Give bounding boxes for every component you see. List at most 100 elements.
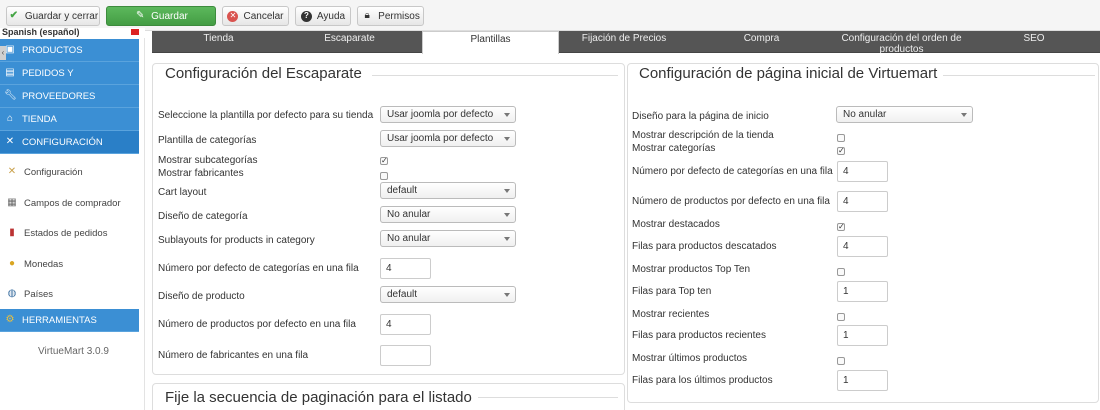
sidebar-item-currencies[interactable]: ● Monedas (0, 249, 139, 279)
chevron-down-icon (504, 113, 510, 117)
show-categories-label: Mostrar categorías (632, 143, 716, 154)
latest-rows-input[interactable]: 1 (837, 370, 888, 391)
categories-per-row-label: Número por defecto de categorías en una … (158, 263, 359, 274)
storefront-config-title: Configuración del Escaparate (159, 65, 368, 82)
checkmark-icon: ✔ (9, 10, 18, 21)
sublayouts-select[interactable]: No anular (380, 230, 516, 247)
tab-label: Plantillas (470, 34, 511, 45)
permissions-button[interactable]: 🔒︎ Permisos (357, 6, 424, 26)
tab-seo[interactable]: SEO (969, 31, 1099, 53)
sidebar-section-configuration[interactable]: ✕ CONFIGURACIÓN (0, 131, 139, 154)
help-button[interactable]: ? Ayuda (295, 6, 351, 26)
home-design-select[interactable]: No anular (836, 106, 973, 123)
cart-layout-select[interactable]: default (380, 182, 516, 199)
help-icon: ? (300, 10, 312, 22)
language-label: Spanish (español) (2, 28, 80, 37)
show-manufacturers-label: Mostrar fabricantes (158, 168, 244, 179)
categories-per-row-input[interactable]: 4 (380, 258, 431, 279)
save-label: Guardar (151, 10, 188, 22)
tab-store[interactable]: Tienda (160, 31, 277, 53)
featured-rows-input[interactable]: 4 (837, 236, 888, 257)
show-manufacturers-checkbox[interactable] (380, 172, 388, 180)
chevron-down-icon (504, 293, 510, 297)
home-products-per-row-input[interactable]: 4 (837, 191, 888, 212)
products-per-row-input[interactable]: 4 (380, 314, 431, 335)
sidebar-item-configuration[interactable]: ✕ Configuración (0, 157, 139, 187)
chevron-down-icon (961, 113, 967, 117)
home-products-per-row-label: Número de productos por defecto en una f… (632, 196, 830, 207)
product-design-select[interactable]: default (380, 286, 516, 303)
topten-rows-label: Filas para Top ten (632, 286, 712, 297)
legend-divider (475, 397, 618, 398)
pagination-title: Fije la secuencia de paginación para el … (159, 389, 478, 406)
sidebar-section-tools[interactable]: ⚙ HERRAMIENTAS (0, 309, 139, 332)
show-featured-checkbox[interactable]: ✓ (837, 223, 845, 231)
category-design-select[interactable]: No anular (380, 206, 516, 223)
category-design-value: No anular (387, 209, 431, 220)
legend-divider (372, 75, 618, 76)
sidebar-item-label: Campos de comprador (24, 197, 121, 209)
home-design-value: No anular (843, 109, 887, 120)
sidebar-section-orders[interactable]: ▤ PEDIDOS Y (0, 62, 139, 85)
recent-rows-input[interactable]: 1 (837, 325, 888, 346)
cart-layout-label: Cart layout (158, 187, 207, 198)
show-recent-checkbox[interactable] (837, 313, 845, 321)
sidebar-item-label: Configuración (24, 166, 83, 178)
sidebar-item-label: Monedas (24, 258, 64, 270)
sublayouts-value: No anular (387, 233, 431, 244)
settings-icon: ✕ (7, 166, 17, 177)
default-template-select[interactable]: Usar joomla por defecto (380, 106, 516, 123)
latest-rows-label: Filas para los últimos productos (632, 375, 773, 386)
tab-bar: Tienda Escaparate Plantillas Fijación de… (152, 31, 1100, 54)
coins-icon: ● (8, 258, 16, 269)
home-categories-per-row-input[interactable]: 4 (837, 161, 888, 182)
sidebar-section-label: PEDIDOS Y (22, 67, 74, 79)
sidebar-section-store[interactable]: ⌂ TIENDA (0, 108, 139, 131)
sidebar: Spanish (español) ▣ PRODUCTOS ‹ ▤ PEDIDOS … (0, 28, 145, 410)
default-template-value: Usar joomla por defecto (387, 109, 494, 120)
version-label: VirtueMart 3.0.9 (38, 346, 109, 357)
sidebar-item-label: Países (24, 288, 54, 300)
featured-rows-label: Filas para productos descatados (632, 241, 777, 252)
lock-icon: 🔒︎ (364, 10, 370, 21)
language-selector[interactable]: Spanish (español) (0, 28, 145, 38)
sidebar-section-products[interactable]: ▣ PRODUCTOS (0, 39, 139, 62)
tab-storefront[interactable]: Escaparate (277, 31, 422, 53)
sidebar-item-buyer-fields[interactable]: ▦ Campos de comprador (0, 188, 139, 218)
show-topten-checkbox[interactable] (837, 268, 845, 276)
save-and-close-button[interactable]: ✔ Guardar y cerrar (6, 6, 100, 26)
save-button[interactable]: ✎ Guardar (106, 6, 216, 26)
tab-label: Escaparate (324, 33, 375, 44)
sidebar-item-order-states[interactable]: ▮ Estados de pedidos (0, 218, 139, 248)
sidebar-item-countries[interactable]: ◍ Países (0, 279, 139, 309)
store-icon: ⌂ (6, 113, 14, 124)
show-categories-checkbox[interactable]: ✓ (837, 147, 845, 155)
sublayouts-label: Sublayouts for products in category (158, 235, 315, 246)
manufacturers-per-row-input[interactable] (380, 345, 431, 366)
help-label: Ayuda (316, 10, 346, 22)
tab-label: Compra (743, 33, 780, 44)
collapse-handle[interactable]: ‹ (0, 46, 6, 60)
sidebar-section-suppliers[interactable]: 🔧︎ PROVEEDORES (0, 85, 139, 108)
show-latest-checkbox[interactable] (837, 357, 845, 365)
sidebar-section-label: PROVEEDORES (22, 90, 96, 102)
tab-checkout[interactable]: Compra (689, 31, 834, 53)
show-store-desc-checkbox[interactable] (837, 134, 845, 142)
manufacturers-per-row-label: Número de fabricantes en una fila (158, 350, 309, 361)
tab-product-order[interactable]: Configuración del orden de productos (834, 31, 969, 53)
topten-rows-input[interactable]: 1 (837, 281, 888, 302)
tab-templates[interactable]: Plantillas (422, 31, 559, 54)
recent-rows-label: Filas para productos recientes (632, 330, 766, 341)
cancel-icon: ✕ (227, 10, 239, 22)
home-design-label: Diseño para la página de inicio (632, 111, 769, 122)
products-per-row-label: Número de productos por defecto en una f… (158, 319, 356, 330)
tab-label: Tienda (203, 33, 234, 44)
tab-label: Configuración del orden de productos (841, 33, 962, 53)
sidebar-section-label: HERRAMIENTAS (22, 314, 97, 326)
cancel-button[interactable]: ✕ Cancelar (222, 6, 289, 26)
tab-pricing[interactable]: Fijación de Precios (559, 31, 689, 53)
show-subcategories-checkbox[interactable]: ✓ (380, 157, 388, 165)
sidebar-item-label: Estados de pedidos (24, 227, 108, 239)
tab-label: SEO (1023, 33, 1045, 44)
category-template-select[interactable]: Usar joomla por defecto (380, 130, 516, 147)
